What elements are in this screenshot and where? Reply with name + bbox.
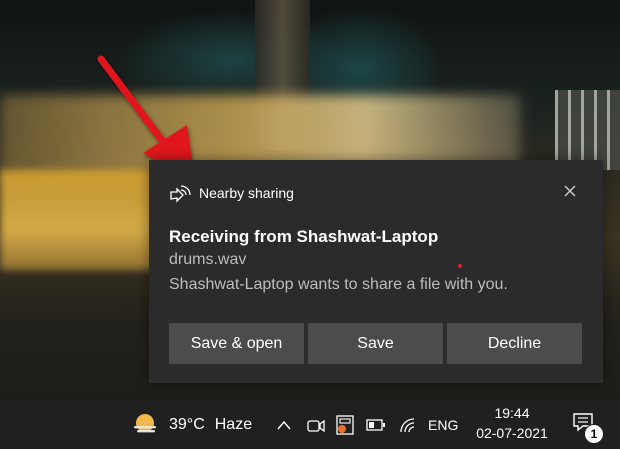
close-icon[interactable] — [563, 184, 577, 198]
show-hidden-icons-button[interactable] — [276, 401, 292, 449]
notification-file-name: drums.wav — [169, 251, 247, 268]
weather-condition: Haze — [214, 416, 253, 433]
meet-now-button[interactable] — [306, 401, 326, 449]
wallpaper-window — [555, 90, 620, 170]
battery-icon — [366, 419, 385, 431]
decline-button[interactable]: Decline — [447, 323, 582, 364]
save-button[interactable]: Save — [308, 323, 443, 364]
clock-date: 02-07-2021 — [476, 425, 548, 441]
chevron-up-icon — [277, 420, 291, 430]
battery-button[interactable] — [366, 401, 386, 449]
taskbar-clock[interactable]: 19:44 02-07-2021 — [468, 403, 556, 443]
nearby-sharing-notification[interactable]: Nearby sharing Receiving from Shashwat-L… — [149, 160, 603, 383]
notification-title: Receiving from Shashwat-Laptop — [169, 227, 439, 246]
notification-actions: Save & open Save Decline — [169, 323, 582, 364]
notification-message: Shashwat-Laptop wants to share a file wi… — [169, 276, 508, 293]
nearby-sharing-tray-button[interactable] — [334, 401, 356, 449]
weather-temperature: 39°C — [169, 416, 205, 433]
nearby-sharing-icon — [170, 185, 191, 203]
language-indicator[interactable]: ENG — [428, 401, 458, 449]
save-and-open-button[interactable]: Save & open — [169, 323, 304, 364]
notification-count-badge: 1 — [584, 424, 604, 444]
wifi-icon — [400, 418, 415, 433]
network-button[interactable] — [398, 401, 416, 449]
notification-header: Nearby sharing — [169, 183, 294, 203]
notification-app-tray-icon — [336, 415, 354, 435]
notification-app-name: Nearby sharing — [199, 185, 294, 201]
wallpaper-yellow-blur — [0, 170, 160, 270]
cursor-dot — [458, 264, 462, 268]
video-camera-icon — [307, 419, 325, 433]
haze-weather-icon — [134, 414, 156, 433]
weather-widget[interactable]: 39°C Haze — [131, 401, 252, 449]
clock-time: 19:44 — [494, 405, 530, 421]
